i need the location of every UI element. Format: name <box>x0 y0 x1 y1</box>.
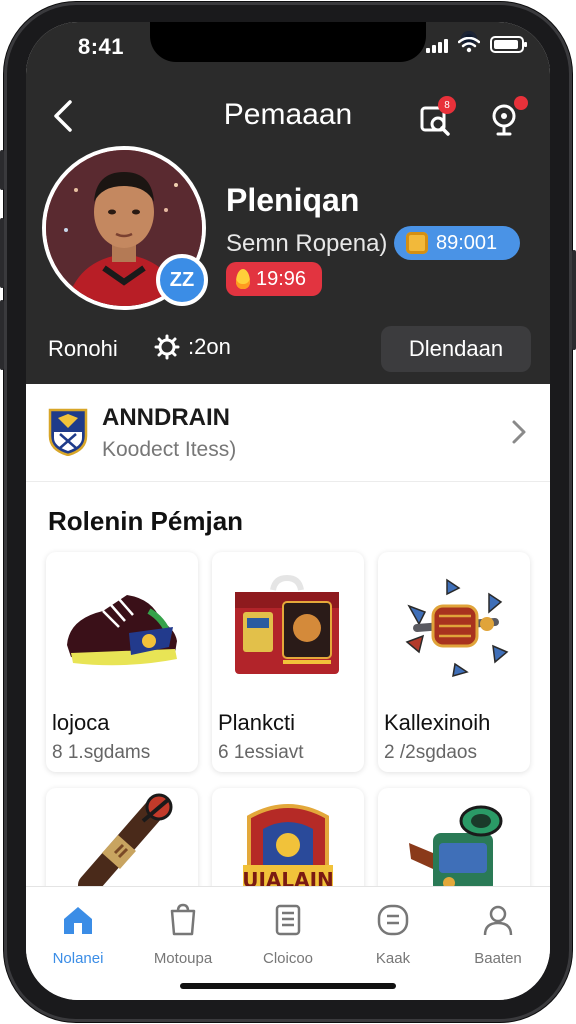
tab-label: Cloicoo <box>262 950 314 967</box>
signal-icon <box>426 37 448 53</box>
bag-icon <box>170 903 196 936</box>
item-count: 8 1.sgdams <box>52 742 151 763</box>
streak-badge: 19:96 <box>226 262 322 296</box>
item-image <box>378 788 530 898</box>
stat-gear: :2on <box>154 334 231 360</box>
team-subtitle: Koodect Itess) <box>102 438 237 461</box>
item-count: 6 1essiavt <box>218 742 304 763</box>
item-count: 2 /2sgdaos <box>384 742 477 763</box>
app-screen: 8:41 Pemaaan 8 ZZ Pleniqan Semn Ropena) … <box>26 22 550 1000</box>
team-name: ANNDRAIN <box>102 404 230 431</box>
item-name: Plankcti <box>218 710 296 735</box>
watering-can-icon <box>409 805 503 893</box>
volume-up-button <box>0 218 4 288</box>
volume-down-button <box>0 300 4 370</box>
trophy-button[interactable] <box>488 96 528 140</box>
coin-value: 89:001 <box>436 231 498 254</box>
football-boot-icon <box>67 595 177 666</box>
profile-header: 8:41 Pemaaan 8 ZZ Pleniqan Semn Ropena) … <box>26 22 550 384</box>
power-button <box>572 250 576 350</box>
mute-switch <box>0 150 4 190</box>
follow-button[interactable]: Dlendaan <box>381 326 531 372</box>
stat-value: :2on <box>188 334 231 359</box>
status-time: 8:41 <box>78 34 125 59</box>
item-image <box>378 552 530 702</box>
level-badge: ZZ <box>156 254 208 306</box>
section-title: Rolenin Pémjan <box>48 506 244 536</box>
flame-icon <box>236 269 250 289</box>
coin-balance[interactable]: 89:001 <box>394 226 520 260</box>
gear-icon <box>154 334 180 360</box>
page-title: Pemaaan <box>223 98 353 131</box>
item-image <box>46 552 198 702</box>
stat-label: Ronohi <box>48 336 118 361</box>
item-card[interactable]: Plankcti 6 1essiavt <box>212 552 364 772</box>
item-card[interactable]: Kallexinoih 2 /2sgdaos <box>378 552 530 772</box>
tab-documents[interactable]: Cloicoo <box>236 903 340 967</box>
streak-value: 19:96 <box>256 267 307 290</box>
avatar-wrap[interactable]: ZZ <box>42 146 208 310</box>
document-icon <box>275 904 301 936</box>
item-image: UIALAIN <box>212 788 364 898</box>
list-circle-icon <box>377 904 409 936</box>
tab-shop[interactable]: Motoupa <box>131 903 235 967</box>
tab-label: Kaak <box>375 950 411 967</box>
item-name: lojoca <box>52 710 110 735</box>
alert-dot <box>514 96 528 110</box>
notification-badge: 8 <box>438 96 456 114</box>
tab-home[interactable]: Nolanei <box>26 903 130 967</box>
status-icons <box>426 36 527 53</box>
player-name: Pleniqan <box>226 182 360 218</box>
crest-badge-icon: UIALAIN <box>242 804 334 893</box>
item-name: Kallexinoih <box>384 710 491 735</box>
notch <box>150 22 477 62</box>
item-card[interactable]: lojoca 8 1.sgdams <box>46 552 198 772</box>
chevron-right-icon <box>512 420 526 444</box>
team-row[interactable]: ANNDRAIN Koodect Itess) <box>26 384 550 482</box>
home-icon <box>64 907 92 934</box>
tab-profile[interactable]: Baaten <box>446 903 550 967</box>
wifi-icon <box>458 36 480 52</box>
gear-cannon-icon <box>405 578 509 678</box>
player-subtitle: Semn Ropena) <box>226 230 388 257</box>
search-button[interactable]: 8 <box>416 96 456 140</box>
home-indicator <box>180 983 396 989</box>
battery-icon <box>490 36 527 53</box>
gift-box-icon <box>235 574 339 674</box>
tab-label: Baaten <box>474 950 522 967</box>
item-image <box>46 788 198 898</box>
team-crest-icon <box>48 408 88 456</box>
tab-list[interactable]: Kaak <box>341 903 445 967</box>
person-icon <box>483 905 513 936</box>
tab-label: Nolanei <box>52 950 104 967</box>
torch-icon <box>78 793 173 893</box>
item-image <box>212 552 364 702</box>
coin-icon <box>406 232 428 254</box>
tab-label: Motoupa <box>153 950 213 967</box>
tab-bar: Nolanei Motoupa Cloicoo Kaak Baaten <box>26 886 550 1000</box>
